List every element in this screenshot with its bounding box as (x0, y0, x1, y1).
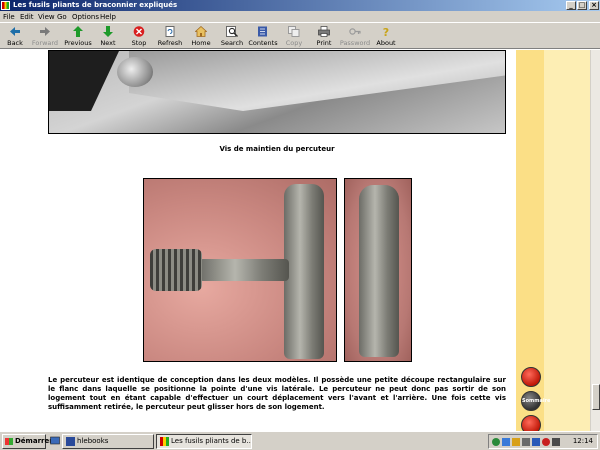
screw-shaft (199, 259, 289, 281)
window-title: Les fusils pliants de braconnier expliqu… (13, 1, 178, 9)
screw-thread (150, 249, 202, 291)
antivirus-icon[interactable] (532, 438, 540, 446)
knife-screw-photo (48, 50, 506, 134)
toolbar: Back Forward Previous Next Stop Refresh … (0, 23, 600, 49)
firing-pin-body (284, 184, 324, 359)
body-paragraph: Le percuteur est identique de conception… (48, 376, 506, 411)
security-icon[interactable] (542, 438, 550, 446)
desktop-icon[interactable] (50, 436, 60, 446)
task-ebook-label: Les fusils pliants de b... (171, 437, 252, 445)
copy-icon (288, 26, 300, 37)
key-icon (349, 28, 361, 35)
menu-file[interactable]: File (3, 13, 15, 21)
firing-pin-photo-front (344, 178, 412, 362)
menu-options[interactable]: Options (72, 13, 99, 21)
search-icon (226, 26, 238, 37)
close-button[interactable]: × (589, 1, 599, 10)
document-view[interactable]: Vis de maintien du percuteur Le percuteu… (0, 50, 600, 431)
stop-icon (133, 26, 145, 37)
firing-pin-front-body (359, 185, 399, 357)
arrow-down-icon (103, 26, 113, 37)
svg-text:?: ? (383, 26, 389, 37)
maximize-button[interactable]: □ (577, 1, 587, 10)
scrollbar-thumb[interactable] (592, 384, 600, 410)
start-label: Démarrer (15, 437, 53, 445)
photo-screw (117, 57, 153, 87)
speaker-icon[interactable] (512, 438, 520, 446)
left-margin (0, 50, 38, 431)
task-hlebooks[interactable]: hlebooks (62, 434, 154, 449)
contents-icon (258, 26, 267, 37)
system-tray: 12:14 (488, 434, 598, 449)
minimize-button[interactable]: _ (566, 1, 576, 10)
next-page-button[interactable] (521, 415, 541, 431)
menu-help[interactable]: Help (100, 13, 116, 21)
menu-bar: File Edit View Go Options Help (0, 11, 600, 23)
menu-edit[interactable]: Edit (20, 13, 34, 21)
arrow-right-icon (40, 27, 50, 36)
previous-page-button[interactable] (521, 367, 541, 387)
home-icon (195, 26, 207, 37)
volume-icon[interactable] (552, 438, 560, 446)
refresh-icon (165, 26, 175, 37)
question-icon: ? (383, 26, 389, 37)
windows-flag-icon (5, 438, 13, 445)
photo-shadow (49, 51, 119, 111)
firing-pin-photo-side (143, 178, 337, 362)
table-of-contents-button[interactable]: Sommaire (521, 391, 551, 411)
network-icon[interactable] (492, 438, 500, 446)
about-button[interactable]: ? About (369, 24, 403, 48)
toc-button-label: Sommaire (522, 398, 551, 404)
photo-blade (129, 51, 505, 111)
usb-icon[interactable] (522, 438, 530, 446)
folder-icon (66, 437, 75, 446)
title-bar: Les fusils pliants de braconnier expliqu… (0, 0, 600, 11)
taskbar: Démarrer hlebooks Les fusils pliants de … (0, 431, 600, 450)
app-icon (1, 1, 10, 10)
monitor-icon[interactable] (502, 438, 510, 446)
menu-go[interactable]: Go (57, 13, 67, 21)
task-hlebooks-label: hlebooks (77, 437, 109, 445)
printer-icon (318, 26, 330, 37)
ebook-icon (160, 437, 169, 446)
page-body: Vis de maintien du percuteur Le percuteu… (38, 50, 516, 431)
start-button[interactable]: Démarrer (2, 434, 53, 449)
menu-view[interactable]: View (38, 13, 55, 21)
task-ebook-window[interactable]: Les fusils pliants de b... (156, 434, 252, 449)
arrow-up-icon (73, 26, 83, 37)
about-label: About (376, 39, 396, 47)
photo-caption: Vis de maintien du percuteur (219, 145, 335, 153)
vertical-scrollbar[interactable] (590, 50, 600, 431)
decorative-band-light (544, 50, 590, 431)
clock: 12:14 (572, 437, 593, 445)
arrow-left-icon (10, 27, 20, 36)
